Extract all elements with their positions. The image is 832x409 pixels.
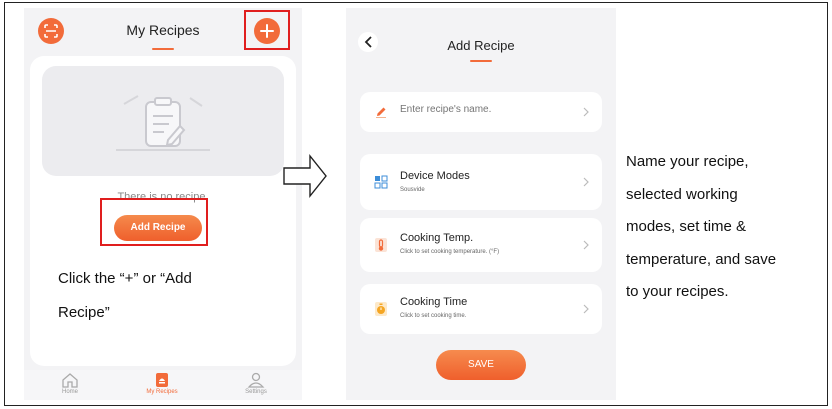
description-text: Name your recipe, selected working modes… (626, 146, 826, 309)
chevron-right-icon (583, 107, 589, 117)
right-arrow-icon (283, 154, 327, 198)
chevron-right-icon (583, 177, 589, 187)
tab-label: Home (61, 389, 78, 395)
chevron-right-icon (583, 240, 589, 250)
description-line: selected working (626, 185, 738, 203)
device-modes-row[interactable]: Device Modes Sousvide (360, 154, 602, 210)
instruction-line-1: Click the “+” or “Add (58, 270, 192, 287)
tab-settings[interactable]: Settings (226, 372, 286, 395)
cooking-temp-row[interactable]: Cooking Temp. Click to set cooking tempe… (360, 218, 602, 272)
cooking-time-row[interactable]: Cooking Time Click to set cooking time. (360, 284, 602, 334)
thermometer-icon (375, 238, 387, 252)
recipe-name-row[interactable] (360, 92, 602, 132)
description-line: Name your recipe, (626, 153, 749, 170)
instruction-line-2: Recipe” (58, 304, 110, 321)
header: My Recipes (24, 8, 302, 56)
chevron-right-icon (583, 304, 589, 314)
page-title: Add Recipe (447, 38, 515, 53)
row-subtitle: Click to set cooking time. (400, 313, 467, 319)
clipboard-icon (116, 95, 210, 151)
title-underline (152, 48, 174, 50)
timer-icon (375, 302, 387, 316)
tab-home[interactable]: Home (40, 372, 100, 395)
tab-my-recipes[interactable]: My Recipes (132, 372, 192, 395)
instruction-text: Click the “+” or “Add Recipe” (58, 262, 288, 330)
description-line: modes, set time & (626, 218, 747, 235)
modes-grid-icon (374, 175, 388, 189)
row-title: Device Modes (400, 170, 470, 182)
recipe-name-input[interactable] (400, 104, 570, 115)
save-button[interactable]: SAVE (436, 350, 526, 380)
row-subtitle: Click to set cooking temperature. (°F) (400, 249, 500, 255)
add-recipe-highlight-box (100, 198, 208, 246)
plus-highlight-box (244, 10, 290, 50)
title-underline (470, 60, 492, 62)
my-recipes-screen: My Recipes There is no recipe. Add Recip… (24, 8, 302, 400)
pencil-icon (374, 105, 388, 119)
tab-label: My Recipes (146, 389, 178, 395)
recipe-book-icon (156, 373, 168, 387)
row-title: Cooking Time (400, 296, 468, 308)
description-line: temperature, and save (626, 250, 777, 268)
tab-bar: Home My Recipes Settings (24, 370, 302, 400)
tab-label: Settings (245, 389, 267, 395)
settings-icon (247, 372, 265, 388)
row-title: Cooking Temp. (400, 232, 474, 244)
home-icon (62, 373, 78, 388)
add-recipe-screen: Add Recipe Device Modes Sousvide (346, 8, 616, 400)
empty-illustration (42, 66, 284, 176)
description-line: to your recipes. (626, 283, 729, 300)
row-subtitle: Sousvide (400, 187, 425, 193)
